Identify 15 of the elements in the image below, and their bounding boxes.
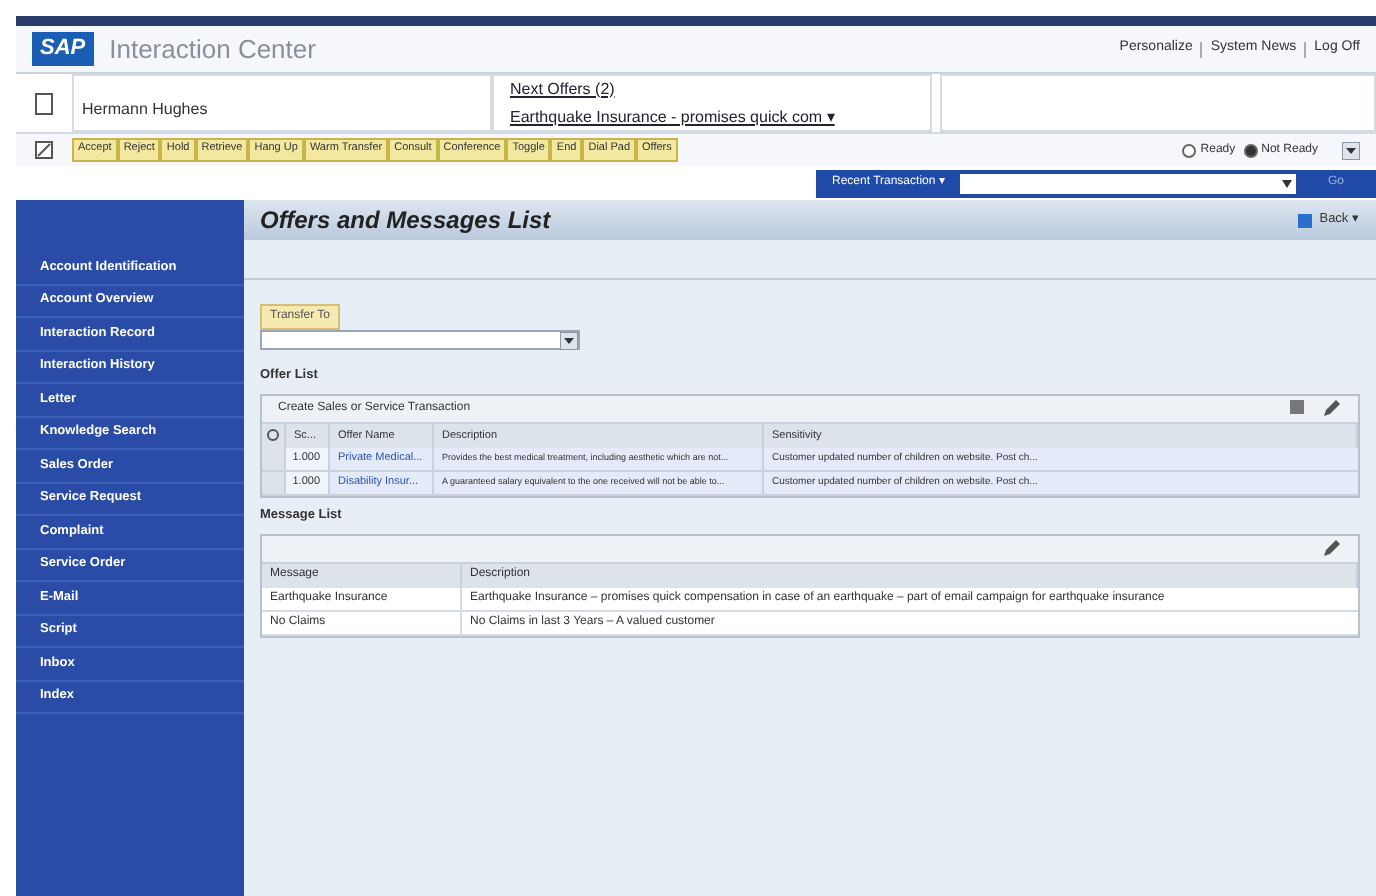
dropdown-icon[interactable]: [1342, 141, 1360, 159]
dropdown-icon[interactable]: [560, 332, 578, 350]
document-icon[interactable]: [34, 91, 54, 115]
logo: SAP: [32, 32, 94, 66]
customer-name: Hermann Hughes: [82, 98, 208, 122]
app-title: Interaction Center: [109, 31, 316, 68]
radio-button[interactable]: [1182, 143, 1197, 157]
edit-icon[interactable]: [1322, 538, 1342, 558]
dropdown-icon[interactable]: [1281, 179, 1292, 187]
offer-link[interactable]: Earthquake Insurance - promises quick com ▾: [510, 105, 914, 129]
transaction-field[interactable]: [960, 173, 1296, 193]
page-title: Offers and Messages List: [260, 204, 551, 238]
next-offers-link[interactable]: Next Offers (2): [510, 77, 914, 101]
radio-button[interactable]: [1243, 143, 1258, 157]
edit-icon[interactable]: [1322, 398, 1342, 419]
